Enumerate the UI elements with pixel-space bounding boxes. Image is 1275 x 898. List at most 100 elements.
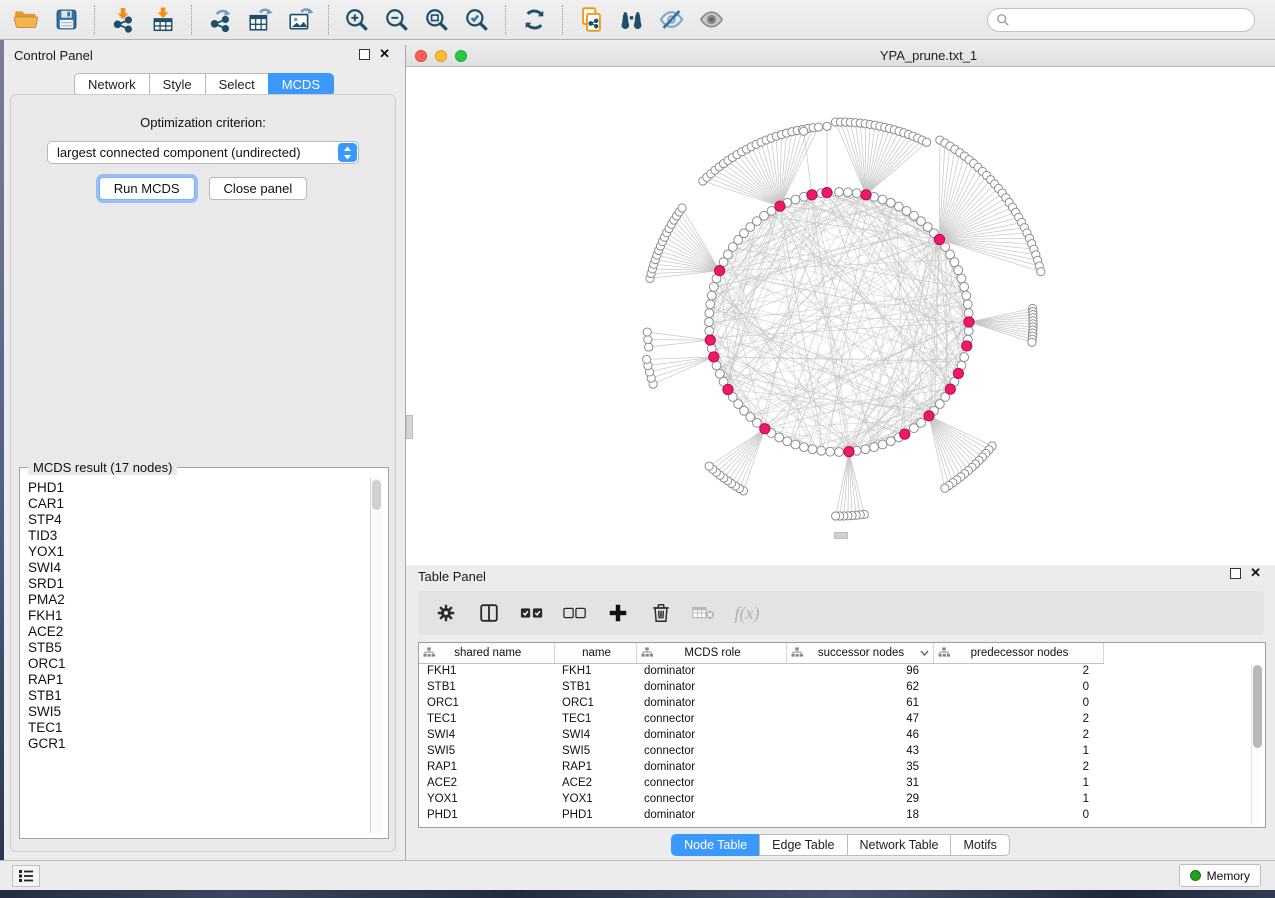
network-node[interactable]: [964, 326, 973, 335]
network-node[interactable]: [963, 300, 972, 309]
node-table-row[interactable]: YOX1YOX1connector291: [419, 791, 1103, 807]
network-mcds-node[interactable]: [775, 201, 785, 211]
close-panel-button[interactable]: Close panel: [209, 177, 308, 200]
disable-all-checks-icon[interactable]: [561, 599, 589, 627]
network-node[interactable]: [852, 189, 861, 198]
mcds-result-item[interactable]: STB5: [21, 640, 373, 656]
network-leaf-node[interactable]: [823, 122, 831, 130]
float-panel-icon[interactable]: [359, 49, 370, 60]
network-leaf-node[interactable]: [643, 328, 651, 336]
column-header-name[interactable]: name: [554, 643, 636, 663]
network-leaf-node[interactable]: [705, 462, 713, 470]
node-table-row[interactable]: RAP1RAP1dominator352: [419, 759, 1103, 775]
network-mcds-node[interactable]: [822, 187, 832, 197]
node-table-row[interactable]: TEC1TEC1connector472: [419, 711, 1103, 727]
memory-button[interactable]: Memory: [1179, 864, 1261, 887]
task-history-button[interactable]: [12, 865, 40, 887]
network-node[interactable]: [817, 446, 826, 455]
mcds-result-list[interactable]: PHD1CAR1STP4TID3YOX1SWI4SRD1PMA2FKH1ACE2…: [21, 480, 373, 832]
show-graphics-details-icon[interactable]: [691, 1, 731, 39]
tab-select[interactable]: Select: [205, 73, 268, 96]
network-leaf-node[interactable]: [1028, 338, 1036, 346]
run-mcds-button[interactable]: Run MCDS: [99, 177, 195, 200]
network-node[interactable]: [791, 195, 800, 204]
network-node[interactable]: [705, 326, 714, 335]
network-node[interactable]: [878, 440, 887, 449]
copy-share-network-icon[interactable]: [571, 1, 611, 39]
mcds-result-item[interactable]: YOX1: [21, 544, 373, 560]
mcds-result-item[interactable]: FKH1: [21, 608, 373, 624]
save-session-icon[interactable]: [46, 1, 86, 39]
window-minimize-button[interactable]: [435, 50, 447, 62]
node-table-row[interactable]: ACE2ACE2connector311: [419, 775, 1103, 791]
column-header-MCDS-role[interactable]: MCDS role: [636, 643, 786, 663]
hide-graphics-details-icon[interactable]: [651, 1, 691, 39]
network-mcds-node[interactable]: [964, 317, 974, 327]
delete-table-icon[interactable]: [690, 599, 718, 627]
network-node[interactable]: [783, 437, 792, 446]
function-builder-icon[interactable]: f(x): [733, 599, 761, 627]
tab-mcds[interactable]: MCDS: [268, 73, 334, 96]
tab-style[interactable]: Style: [149, 73, 205, 96]
network-node[interactable]: [886, 198, 895, 207]
network-node[interactable]: [950, 258, 959, 267]
mcds-result-item[interactable]: STB1: [21, 688, 373, 704]
network-mcds-node[interactable]: [953, 368, 963, 378]
network-leaf-node[interactable]: [678, 204, 686, 212]
mcds-result-item[interactable]: RAP1: [21, 672, 373, 688]
network-mcds-node[interactable]: [861, 190, 871, 200]
optimization-criterion-select[interactable]: largest connected component (undirected): [47, 141, 359, 164]
mcds-result-item[interactable]: TID3: [21, 528, 373, 544]
zoom-in-icon[interactable]: [337, 1, 377, 39]
network-mcds-node[interactable]: [709, 352, 719, 362]
tab-network-table[interactable]: Network Table: [847, 834, 951, 856]
node-table-row[interactable]: SWI4SWI4dominator462: [419, 727, 1103, 743]
mcds-result-item[interactable]: PMA2: [21, 592, 373, 608]
zoom-fit-icon[interactable]: [417, 1, 457, 39]
mcds-result-item[interactable]: ACE2: [21, 624, 373, 640]
network-search-field[interactable]: [987, 8, 1255, 32]
export-table-icon[interactable]: [240, 1, 280, 39]
float-table-panel-icon[interactable]: [1230, 568, 1241, 579]
mcds-result-item[interactable]: STP4: [21, 512, 373, 528]
network-node[interactable]: [707, 291, 716, 300]
network-mcds-node[interactable]: [705, 335, 715, 345]
network-mcds-node[interactable]: [844, 447, 854, 457]
mcds-result-item[interactable]: SWI5: [21, 704, 373, 720]
export-network-icon[interactable]: [200, 1, 240, 39]
search-binoculars-icon[interactable]: [611, 1, 651, 39]
network-mcds-node[interactable]: [945, 384, 955, 394]
network-leaf-node[interactable]: [814, 123, 822, 131]
column-header-shared-name[interactable]: shared name: [419, 643, 554, 663]
window-maximize-button[interactable]: [455, 50, 467, 62]
network-node[interactable]: [957, 274, 966, 283]
network-node[interactable]: [954, 266, 963, 275]
network-mcds-node[interactable]: [715, 265, 725, 275]
network-node[interactable]: [910, 424, 919, 433]
network-leaf-node[interactable]: [645, 343, 653, 351]
network-window-titlebar[interactable]: YPA_prune.txt_1: [406, 45, 1275, 67]
delete-column-trash-icon[interactable]: [647, 599, 675, 627]
network-mcds-node[interactable]: [723, 384, 733, 394]
network-leaf-node[interactable]: [1037, 268, 1045, 276]
mcds-result-item[interactable]: TEC1: [21, 720, 373, 736]
network-leaf-node[interactable]: [643, 355, 651, 363]
network-node[interactable]: [767, 207, 776, 216]
open-file-icon[interactable]: [6, 1, 46, 39]
network-mcds-node[interactable]: [760, 424, 770, 434]
mcds-result-item[interactable]: CAR1: [21, 496, 373, 512]
node-table-row[interactable]: PHD1PHD1dominator180: [419, 807, 1103, 823]
mcds-result-item[interactable]: PHD1: [21, 480, 373, 496]
mcds-result-item[interactable]: SRD1: [21, 576, 373, 592]
network-horizontal-scrollbar[interactable]: [834, 532, 848, 539]
network-node[interactable]: [835, 188, 844, 197]
mcds-result-item[interactable]: ORC1: [21, 656, 373, 672]
tab-node-table[interactable]: Node Table: [671, 834, 759, 856]
network-leaf-node[interactable]: [800, 127, 808, 135]
column-header-successor-nodes[interactable]: successor nodes: [786, 643, 933, 663]
node-table-row[interactable]: SWI5SWI5connector431: [419, 743, 1103, 759]
network-node[interactable]: [960, 283, 969, 292]
network-node[interactable]: [706, 300, 715, 309]
refresh-view-icon[interactable]: [514, 1, 554, 39]
network-node[interactable]: [962, 291, 971, 300]
